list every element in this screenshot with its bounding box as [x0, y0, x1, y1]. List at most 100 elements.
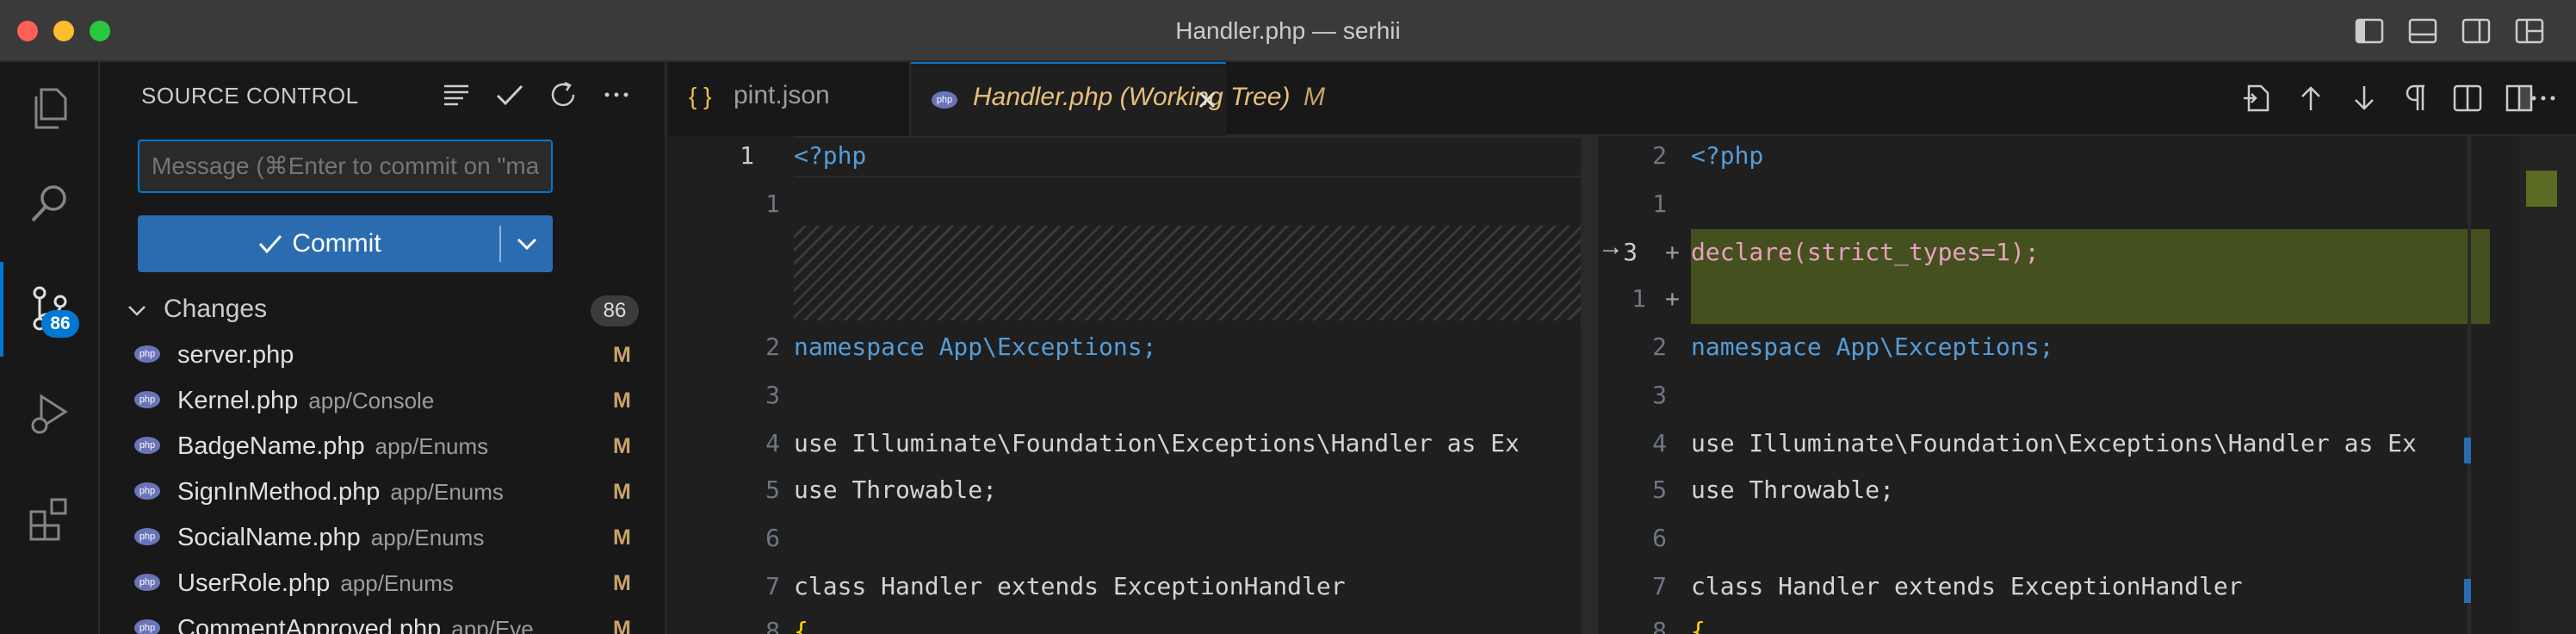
- php-file-icon: php: [134, 528, 160, 545]
- file-name: SignInMethod.php: [177, 478, 381, 506]
- code-line: class Handler extends ExceptionHandler: [1691, 572, 2243, 600]
- minimap[interactable]: [2519, 136, 2576, 634]
- more-actions-icon[interactable]: [2526, 81, 2561, 115]
- code-line: class Handler extends ExceptionHandler: [794, 572, 1346, 600]
- line-number: 3: [765, 381, 780, 409]
- code-line: <?php: [1691, 141, 1764, 170]
- scrollbar-marker: [2464, 579, 2471, 603]
- file-status: M: [613, 480, 631, 504]
- commit-options-button[interactable]: [501, 215, 553, 272]
- editor-tab-bar: { } pint.json php Handler.php (Working T…: [668, 62, 2576, 136]
- code-line: namespace App\Exceptions;: [794, 333, 1157, 361]
- commit-button-group: Commit: [138, 215, 553, 272]
- commit-button[interactable]: Commit: [138, 215, 499, 272]
- php-file-icon: php: [932, 91, 957, 109]
- line-number: 3: [1652, 381, 1667, 409]
- extensions-icon: [29, 498, 67, 541]
- code-line: {: [1691, 617, 1706, 634]
- php-file-icon: php: [134, 345, 160, 363]
- line-number: 5: [1652, 476, 1667, 504]
- search-icon: [31, 185, 66, 222]
- commit-button-label: Commit: [292, 229, 381, 258]
- run-debug-icon: [31, 394, 68, 434]
- changes-group-header[interactable]: Changes 86: [100, 288, 665, 333]
- toggle-whitespace-icon[interactable]: [2399, 81, 2433, 115]
- list-item[interactable]: php UserRole.php app/Enums M: [100, 561, 665, 606]
- file-name: server.php: [177, 341, 294, 369]
- list-item[interactable]: php SocialName.php app/Enums M: [100, 515, 665, 560]
- overview-ruler[interactable]: [2468, 136, 2471, 634]
- more-actions-icon[interactable]: [599, 78, 634, 112]
- line-number: 1: [1632, 284, 1646, 313]
- line-number: 6: [765, 524, 780, 552]
- code-line: <?php: [794, 141, 867, 170]
- file-status: M: [613, 571, 631, 595]
- toggle-panel-icon[interactable]: [2407, 16, 2438, 47]
- refresh-icon[interactable]: [546, 78, 580, 112]
- list-item[interactable]: php Kernel.php app/Console M: [100, 378, 665, 423]
- files-icon: [34, 88, 67, 129]
- list-item[interactable]: php BadgeName.php app/Enums M: [100, 424, 665, 469]
- diff-modified-pane[interactable]: → 2 1 3 + 1 + 2 3 4 5 6 7 8 <?php declar…: [1598, 136, 2576, 634]
- file-status: M: [613, 434, 631, 458]
- activity-extensions[interactable]: [0, 472, 100, 567]
- toggle-inline-view-icon[interactable]: [2450, 81, 2485, 115]
- diff-empty-region: [794, 226, 1581, 320]
- php-file-icon: php: [134, 619, 160, 634]
- file-directory: app/Enums: [370, 525, 485, 550]
- diff-original-pane[interactable]: 1 1 2 3 4 5 6 7 8 <?php namespace App\Ex…: [668, 136, 1582, 634]
- file-name: Kernel.php: [177, 387, 299, 414]
- list-item[interactable]: php CommentApproved.php app/Eve... M: [100, 606, 665, 634]
- line-number: 6: [1652, 524, 1667, 552]
- sidebar-title: SOURCE CONTROL: [141, 83, 359, 109]
- customize-layout-icon[interactable]: [2514, 16, 2545, 47]
- file-name: BadgeName.php: [177, 432, 365, 460]
- toggle-primary-sidebar-icon[interactable]: [2354, 16, 2385, 47]
- vscode-window: Handler.php — serhii 86 SOURCE CONTROL M…: [0, 0, 2576, 634]
- added-line-marker: +: [1665, 284, 1680, 313]
- activity-search[interactable]: [0, 157, 100, 252]
- line-number: 5: [765, 476, 780, 504]
- file-status: M: [613, 617, 631, 634]
- tab-label: Handler.php (Working Tree): [973, 83, 1291, 111]
- code-line: use Illuminate\Foundation\Exceptions\Han…: [1691, 429, 2417, 457]
- code-line: {: [794, 617, 808, 634]
- json-file-icon: { }: [689, 83, 712, 109]
- activity-source-control[interactable]: 86: [0, 262, 100, 357]
- previous-change-icon[interactable]: [2294, 81, 2328, 115]
- line-number: 1: [740, 141, 754, 170]
- php-file-icon: php: [134, 437, 160, 454]
- line-number: 2: [1652, 141, 1667, 170]
- commit-check-icon[interactable]: [492, 78, 527, 112]
- file-status: M: [613, 343, 631, 367]
- activity-run-debug[interactable]: [0, 367, 100, 462]
- activity-explorer[interactable]: [0, 62, 100, 157]
- line-number: 4: [1652, 429, 1667, 457]
- file-directory: app/Enums: [390, 479, 504, 505]
- title-bar: Handler.php — serhii: [0, 0, 2576, 62]
- file-directory: app/Console: [308, 388, 435, 413]
- line-number: 4: [765, 429, 780, 457]
- line-number: 8: [1652, 617, 1667, 634]
- line-number: 7: [765, 572, 780, 600]
- original-pane-scrollbar[interactable]: [1581, 136, 1598, 634]
- changes-count-badge: 86: [591, 295, 639, 326]
- open-file-icon[interactable]: [2240, 81, 2275, 115]
- tab-status: M: [1303, 83, 1325, 111]
- view-as-list-icon[interactable]: [439, 78, 474, 112]
- file-name: SocialName.php: [177, 524, 361, 551]
- toggle-secondary-sidebar-icon[interactable]: [2461, 16, 2492, 47]
- tab-pint-json[interactable]: { } pint.json: [668, 62, 911, 136]
- next-change-icon[interactable]: [2347, 81, 2381, 115]
- file-directory: app/Enums: [340, 570, 454, 596]
- list-item[interactable]: php server.php M: [100, 333, 665, 377]
- code-line: use Throwable;: [794, 476, 998, 504]
- commit-message-input[interactable]: [138, 140, 553, 193]
- line-number: 3: [1623, 238, 1638, 266]
- close-icon[interactable]: [1193, 86, 1221, 114]
- list-item[interactable]: php SignInMethod.php app/Enums M: [100, 469, 665, 514]
- file-name: UserRole.php: [177, 569, 331, 597]
- tab-handler-php[interactable]: php Handler.php (Working Tree) M: [911, 62, 1325, 136]
- line-number: 2: [1652, 333, 1667, 361]
- line-number: 1: [1652, 190, 1667, 218]
